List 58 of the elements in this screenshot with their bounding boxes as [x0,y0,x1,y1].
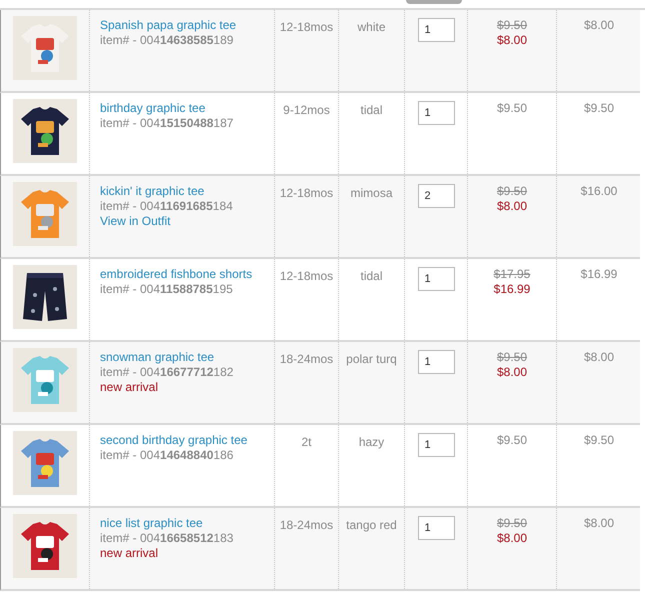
total-price: $9.50 [584,433,614,447]
total-price: $8.00 [584,18,614,32]
color-text: tango red [346,518,397,532]
color-text: tidal [360,103,382,117]
product-name-link[interactable]: embroidered fishbone shorts [100,267,274,282]
button-edge[interactable] [406,0,462,4]
price-text: $8.00 [496,365,528,380]
size-text: 18-24mos [280,518,334,532]
item-number: item# - 00411588785195 [100,282,234,297]
size-text: 12-18mos [280,186,334,200]
view-in-outfit-link[interactable]: View in Outfit [100,214,274,229]
total-price: $8.00 [584,516,614,530]
item-number: item# - 00415150488187 [100,116,234,131]
product-name-link[interactable]: Spanish papa graphic tee [100,18,274,33]
color-text: mimosa [350,186,392,200]
product-name-link[interactable]: nice list graphic tee [100,516,274,531]
size-text: 2t [301,435,312,449]
total-price: $9.50 [584,101,614,115]
size-text: 12-18mos [280,269,334,283]
total-price: $8.00 [584,350,614,364]
size-text: 18-24mos [280,352,334,366]
color-text: polar turq [346,352,397,366]
quantity-field[interactable]: 1 [418,350,454,374]
original-price: $17.95 [492,267,532,282]
price-text: $8.00 [496,531,528,546]
total-price: $16.00 [580,184,618,198]
quantity-field[interactable]: 2 [418,184,454,208]
size-text: 9-12mos [283,103,330,117]
quantity-field[interactable]: 1 [418,101,454,125]
item-number: item# - 00414648840186 [100,448,234,463]
price-text: $8.00 [496,33,528,48]
quantity-field[interactable]: 1 [418,516,454,540]
size-text: 12-18mos [280,20,334,34]
total-price: $16.99 [580,267,618,281]
price-text: $9.50 [496,433,528,448]
product-name-link[interactable]: birthday graphic tee [100,101,274,116]
original-price: $9.50 [496,184,528,199]
price-text: $9.50 [496,101,528,116]
color-text: tidal [360,269,382,283]
new-arrival-label: new arrival [100,380,160,395]
color-text: hazy [358,435,384,449]
item-number: item# - 00416658512183 [100,531,234,546]
price-text: $16.99 [492,282,532,297]
original-price: $9.50 [496,18,528,33]
original-price: $9.50 [496,350,528,365]
price-text: $8.00 [496,199,528,214]
quantity-field[interactable]: 1 [418,267,454,291]
color-text: white [357,20,386,34]
original-price: $9.50 [496,516,528,531]
item-number: item# - 00414638585189 [100,33,234,48]
quantity-field[interactable]: 1 [418,433,454,457]
item-number: item# - 00411691685184 [100,199,234,214]
item-number: item# - 00416677712182 [100,365,234,380]
product-name-link[interactable]: kickin' it graphic tee [100,184,274,199]
quantity-field[interactable]: 1 [418,18,454,42]
new-arrival-label: new arrival [100,546,160,561]
product-name-link[interactable]: second birthday graphic tee [100,433,274,448]
product-name-link[interactable]: snowman graphic tee [100,350,274,365]
